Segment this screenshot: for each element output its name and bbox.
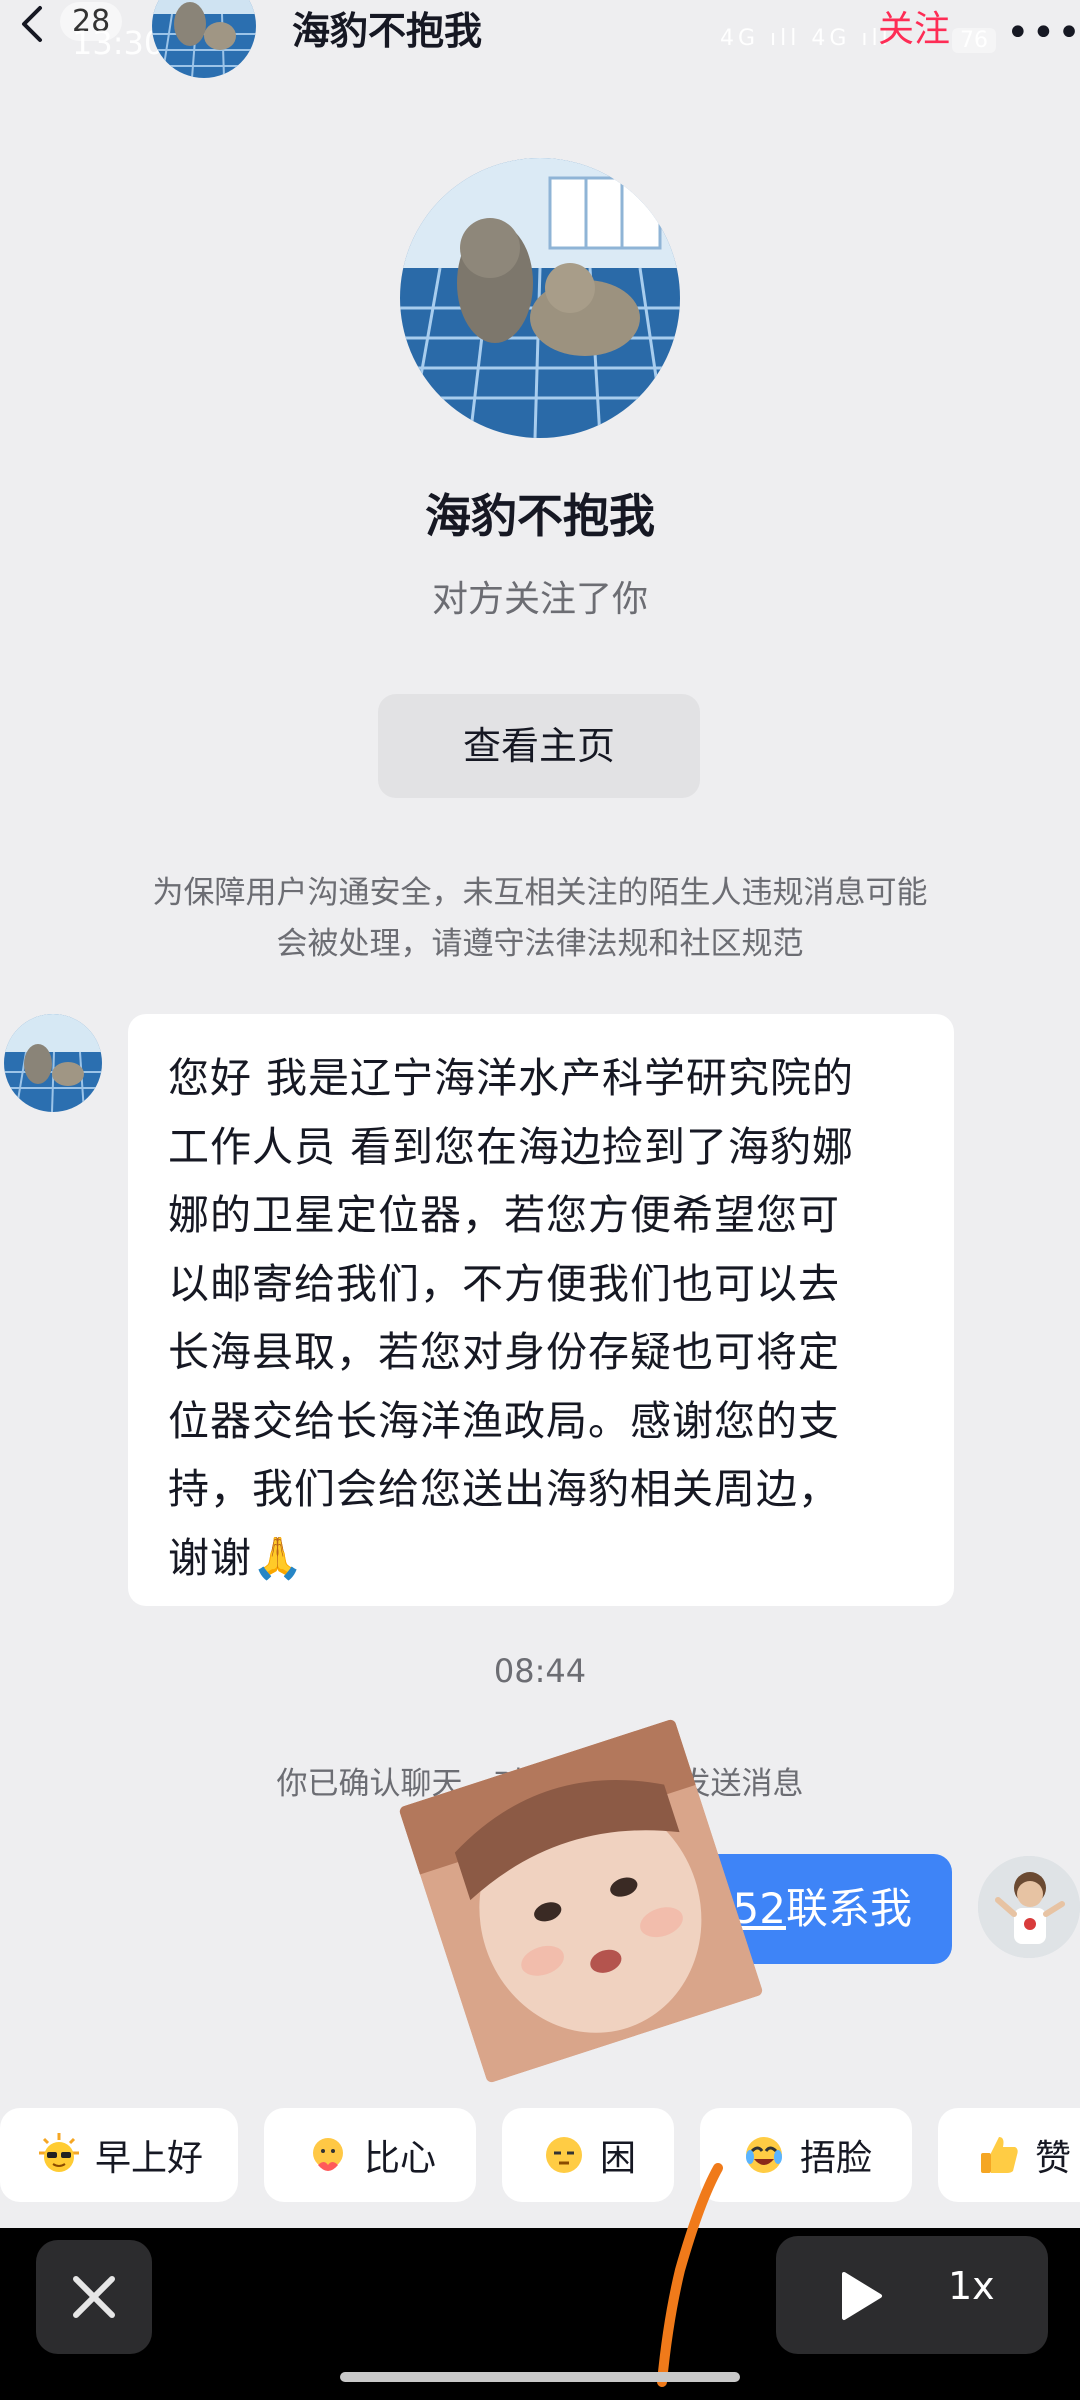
profile-follow-status: 对方关注了你 xyxy=(431,579,648,620)
message-line: 娜的卫星定位器，若您方便希望您可 xyxy=(168,1191,840,1239)
play-icon[interactable] xyxy=(830,2266,890,2326)
safety-notice-line: 为保障用户沟通安全，未互相关注的陌生人违规消息可能 xyxy=(152,875,928,911)
more-icon[interactable]: ••• xyxy=(1006,10,1080,56)
profile-name: 海豹不抱我 xyxy=(425,489,655,543)
received-message-bubble[interactable]: 您好 我是辽宁海洋水产科学研究院的 工作人员 看到您在海边捡到了海豹娜 娜的卫星… xyxy=(128,1014,954,1606)
contact-name-header: 海豹不抱我 xyxy=(292,9,483,53)
message-line: 持，我们会给您送出海豹相关周边， xyxy=(168,1465,840,1513)
quick-reply-like[interactable]: 赞 xyxy=(938,2108,1080,2202)
heart-hands-emoji-icon xyxy=(312,2138,343,2171)
follow-button[interactable]: 关注 xyxy=(878,0,950,52)
message-line: 以邮寄给我们，不方便我们也可以去 xyxy=(168,1259,840,1308)
quick-reply-label: 比心 xyxy=(363,2138,436,2179)
battery-indicator: 76 xyxy=(952,28,996,53)
my-avatar[interactable] xyxy=(978,1856,1080,1958)
facepalm-laugh-emoji-icon xyxy=(745,2137,782,2173)
quick-reply-label: 困 xyxy=(599,2138,636,2179)
sleepy-emoji-icon xyxy=(545,2137,582,2173)
quick-reply-facepalm[interactable]: 捂脸 xyxy=(700,2108,912,2202)
back-arrow-icon[interactable] xyxy=(14,4,54,44)
view-homepage-button[interactable]: 查看主页 xyxy=(378,694,700,798)
sent-message-text: 联系我 xyxy=(785,1884,912,1933)
safety-notice-line: 会被处理，请遵守法律法规和社区规范 xyxy=(276,926,804,962)
quick-reply-label: 捂脸 xyxy=(799,2138,872,2179)
message-timestamp: 08:44 xyxy=(493,1652,587,1690)
contact-avatar-large[interactable] xyxy=(400,158,680,438)
message-line: 工作人员 看到您在海边捡到了海豹娜 xyxy=(168,1122,855,1171)
thumbs-up-emoji-icon xyxy=(980,2137,1018,2173)
quick-reply-label: 早上好 xyxy=(94,2138,203,2179)
home-indicator[interactable] xyxy=(340,2372,740,2382)
sun-sunglasses-emoji-icon xyxy=(38,2133,79,2172)
close-icon xyxy=(73,2276,115,2318)
close-button[interactable] xyxy=(36,2240,152,2354)
quick-reply-label: 赞 xyxy=(1034,2138,1071,2179)
safety-notice: 为保障用户沟通安全，未互相关注的陌生人违规消息可能 会被处理，请遵守法律法规和社… xyxy=(90,868,990,970)
message-line: 您好 我是辽宁海洋水产科学研究院的 xyxy=(168,1054,855,1102)
sender-avatar[interactable] xyxy=(4,1014,102,1112)
status-time: 13:30 xyxy=(72,24,165,62)
quick-reply-heart[interactable]: 比心 xyxy=(264,2108,476,2202)
playback-controls xyxy=(776,2236,1048,2354)
orange-stroke-annotation xyxy=(657,2163,723,2387)
quick-reply-morning[interactable]: 早上好 xyxy=(0,2108,238,2202)
network-status: 4G ıll 4G ıll xyxy=(720,26,892,51)
playback-speed-button[interactable]: 1x xyxy=(948,2264,995,2308)
quick-reply-bar: 早上好 比心 困 捂脸 赞 xyxy=(0,2108,1080,2202)
message-line: 谢谢🙏 xyxy=(168,1533,305,1582)
message-line: 长海县取，若您对身份存疑也可将定 xyxy=(168,1328,840,1376)
message-line: 位器交给长海洋渔政局。感谢您的支 xyxy=(168,1396,840,1445)
